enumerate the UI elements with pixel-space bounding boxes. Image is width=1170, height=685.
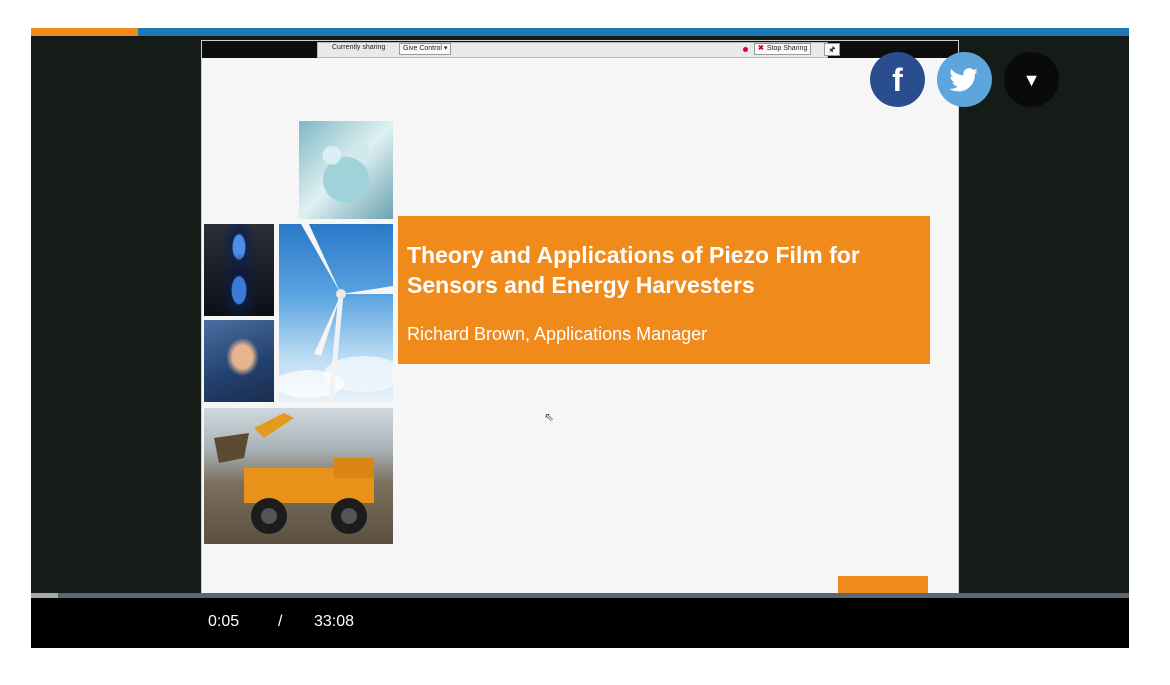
wind-turbine-image xyxy=(279,224,393,402)
stop-sharing-label: Stop Sharing xyxy=(766,45,808,52)
title-banner: Theory and Applications of Piezo Film fo… xyxy=(398,216,930,364)
seek-bar[interactable] xyxy=(31,593,1129,598)
stop-sharing-button[interactable]: ✖ Stop Sharing xyxy=(754,43,812,55)
slide-title: Theory and Applications of Piezo Film fo… xyxy=(407,242,860,298)
chevron-down-icon[interactable]: ▼ xyxy=(1004,52,1059,107)
recording-dot-icon xyxy=(743,47,748,52)
seek-bar-fill xyxy=(31,593,59,598)
total-time: 33:08 xyxy=(314,613,355,630)
give-control-button[interactable]: Give Control ▾ xyxy=(399,43,452,55)
share-bar-panel xyxy=(317,42,828,58)
smartphone-hands-image xyxy=(204,320,274,402)
facebook-icon[interactable]: f xyxy=(870,52,925,107)
mining-truck-image xyxy=(204,408,393,544)
presentation-slide: Currently sharing Give Control ▾ ✖ Stop S… xyxy=(201,40,959,595)
twitter-icon[interactable] xyxy=(937,52,992,107)
top-progress-fill xyxy=(31,28,138,36)
slide-subtitle: Richard Brown, Applications Manager xyxy=(407,324,708,344)
screen-share-bar: Currently sharing Give Control ▾ ✖ Stop S… xyxy=(202,41,958,58)
time-separator: / xyxy=(278,613,283,630)
mouse-cursor-icon: ⇖ xyxy=(544,410,555,424)
close-icon: ✖ xyxy=(758,45,764,52)
top-progress-bar xyxy=(31,28,1129,36)
corner-logo xyxy=(838,576,928,594)
current-time: 0:05 xyxy=(208,613,240,630)
surgical-lamp-image xyxy=(299,121,393,219)
currently-sharing-label: Currently sharing xyxy=(332,44,386,51)
video-player[interactable]: Currently sharing Give Control ▾ ✖ Stop S… xyxy=(31,28,1129,648)
gas-burner-image xyxy=(204,224,274,316)
pin-icon[interactable]: 🖈 xyxy=(824,43,840,56)
player-controls: 0:05 / 33:08 xyxy=(31,593,1129,648)
